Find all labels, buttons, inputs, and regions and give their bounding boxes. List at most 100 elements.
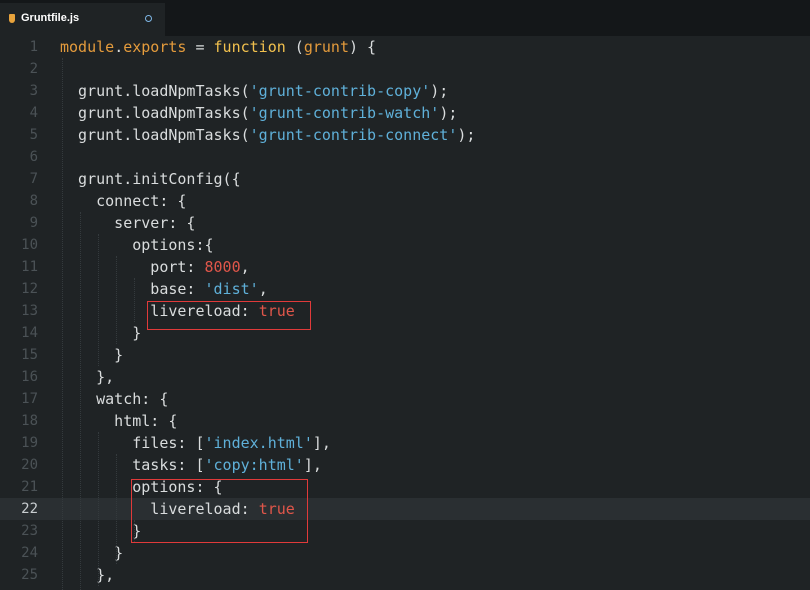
code-line[interactable]: 1 module.exports = function (grunt) { <box>0 36 810 58</box>
code-line[interactable]: 11 port: 8000, <box>0 256 810 278</box>
code-token: ); <box>439 104 458 122</box>
code-token: 'copy:html' <box>204 456 304 474</box>
tab-gruntfile[interactable]: Gruntfile.js <box>0 3 165 36</box>
code-token: ], <box>303 456 322 474</box>
line-number: 10 <box>21 237 38 253</box>
line-number: 4 <box>29 105 38 121</box>
line-number: 9 <box>29 215 38 231</box>
code-token: } <box>60 544 124 562</box>
code-text[interactable]: base: 'dist', <box>60 278 267 300</box>
unsaved-dot-icon[interactable] <box>145 15 152 22</box>
code-token: function <box>213 38 286 56</box>
code-line[interactable]: 20 tasks: ['copy:html'], <box>0 454 810 476</box>
code-line[interactable]: 23 } <box>0 520 810 542</box>
code-token: 'grunt-contrib-watch' <box>249 104 440 122</box>
code-token: ); <box>457 126 476 144</box>
code-token: grunt.loadNpmTasks( <box>60 126 250 144</box>
code-text[interactable]: tasks: ['copy:html'], <box>60 454 322 476</box>
code-token: connect: { <box>60 192 187 210</box>
code-token: base: <box>60 280 205 298</box>
code-text[interactable]: module.exports = function (grunt) { <box>60 36 376 58</box>
code-text[interactable]: }, <box>60 366 114 388</box>
code-token: }, <box>60 566 115 584</box>
indent-guide <box>80 212 81 590</box>
code-token: } <box>60 346 124 364</box>
code-line[interactable]: 8 connect: { <box>0 190 810 212</box>
code-line[interactable]: 24 } <box>0 542 810 564</box>
code-line[interactable]: 9 server: { <box>0 212 810 234</box>
code-line[interactable]: 19 files: ['index.html'], <box>0 432 810 454</box>
tab-title: Gruntfile.js <box>21 12 80 24</box>
line-number: 14 <box>21 325 38 341</box>
code-line[interactable]: 15 } <box>0 344 810 366</box>
line-number: 12 <box>21 281 38 297</box>
code-line[interactable]: 6 <box>0 146 810 168</box>
code-line[interactable]: 10 options:{ <box>0 234 810 256</box>
indent-guide <box>134 278 135 322</box>
highlight-box-connect-livereload <box>147 301 311 330</box>
code-line[interactable]: 13 livereload: true <box>0 300 810 322</box>
code-token: ) { <box>349 38 377 56</box>
code-text[interactable]: } <box>60 520 141 542</box>
code-line[interactable]: 25 }, <box>0 564 810 586</box>
code-token: 'dist' <box>204 280 259 298</box>
line-number: 1 <box>29 39 38 55</box>
line-number: 22 <box>21 501 38 517</box>
code-token: html: { <box>60 412 178 430</box>
code-line[interactable]: 18 html: { <box>0 410 810 432</box>
code-line[interactable]: 17 watch: { <box>0 388 810 410</box>
code-text[interactable]: files: ['index.html'], <box>60 432 331 454</box>
tab-bar: Gruntfile.js <box>0 0 810 36</box>
code-text[interactable]: } <box>60 322 141 344</box>
line-number: 24 <box>21 545 38 561</box>
line-number: 6 <box>29 149 38 165</box>
indent-guide <box>116 454 117 564</box>
code-text[interactable]: port: 8000, <box>60 256 249 278</box>
code-token: options:{ <box>60 236 214 254</box>
code-text[interactable]: grunt.initConfig({ <box>60 168 241 190</box>
code-text[interactable]: grunt.loadNpmTasks('grunt-contrib-copy')… <box>60 80 448 102</box>
code-line[interactable]: 4 grunt.loadNpmTasks('grunt-contrib-watc… <box>0 102 810 124</box>
code-editor[interactable]: 25 }, 24 } 23 } 22 livereload: true 21 optio… <box>0 36 810 590</box>
line-number: 13 <box>21 303 38 319</box>
indent-guide <box>116 256 117 344</box>
highlight-box-watch-options <box>131 479 308 543</box>
code-token: 8000 <box>204 258 241 276</box>
code-line[interactable]: 21 options: { <box>0 476 810 498</box>
code-text[interactable]: watch: { <box>60 388 168 410</box>
line-number: 5 <box>29 127 38 143</box>
code-token: 'grunt-contrib-copy' <box>249 82 431 100</box>
code-token: grunt <box>303 38 349 56</box>
code-text[interactable]: connect: { <box>60 190 186 212</box>
line-number: 7 <box>29 171 38 187</box>
code-token: module <box>60 38 115 56</box>
code-text[interactable]: html: { <box>60 410 177 432</box>
code-token: tasks: [ <box>60 456 205 474</box>
indent-guide <box>98 432 99 586</box>
code-text[interactable]: } <box>60 542 123 564</box>
line-number: 2 <box>29 61 38 77</box>
code-text[interactable]: } <box>60 344 123 366</box>
code-token: files: [ <box>60 434 205 452</box>
line-number: 18 <box>21 413 38 429</box>
code-line[interactable]: 14 } <box>0 322 810 344</box>
code-token: } <box>60 324 142 342</box>
line-number: 8 <box>29 193 38 209</box>
line-number: 20 <box>21 457 38 473</box>
code-line[interactable]: 12 base: 'dist', <box>0 278 810 300</box>
code-line[interactable]: 7 grunt.initConfig({ <box>0 168 810 190</box>
line-number: 25 <box>21 567 38 583</box>
code-token: . <box>114 38 124 56</box>
code-line[interactable]: 5 grunt.loadNpmTasks('grunt-contrib-conn… <box>0 124 810 146</box>
code-text[interactable]: grunt.loadNpmTasks('grunt-contrib-connec… <box>60 124 475 146</box>
code-token: grunt.loadNpmTasks( <box>60 82 250 100</box>
code-text[interactable]: }, <box>60 564 114 586</box>
code-token: ); <box>430 82 449 100</box>
code-token: watch: { <box>60 390 169 408</box>
code-text[interactable]: options:{ <box>60 234 214 256</box>
code-text[interactable]: grunt.loadNpmTasks('grunt-contrib-watch'… <box>60 102 457 124</box>
code-line[interactable]: 22 livereload: true <box>0 498 810 520</box>
code-line[interactable]: 16 }, <box>0 366 810 388</box>
code-line[interactable]: 3 grunt.loadNpmTasks('grunt-contrib-copy… <box>0 80 810 102</box>
code-line[interactable]: 2 <box>0 58 810 80</box>
